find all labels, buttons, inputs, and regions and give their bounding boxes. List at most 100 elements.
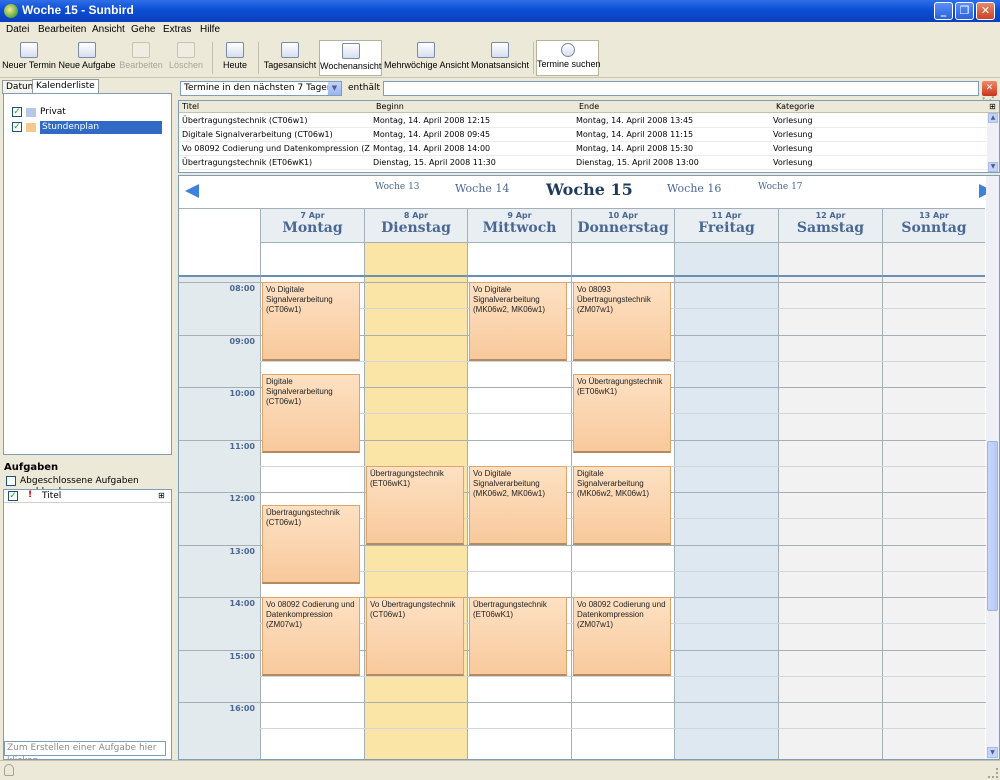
calendar-checkbox[interactable]: ✓ xyxy=(12,122,22,132)
new-task-field[interactable]: Zum Erstellen einer Aufgabe hier klicken xyxy=(4,741,166,766)
calendar-checkbox[interactable]: ✓ xyxy=(12,107,22,117)
day-header[interactable]: 13 Apr Sonntag xyxy=(882,208,985,242)
today-button[interactable]: Heute xyxy=(218,40,252,76)
week-view: Woche 13 Woche 14 Woche 15 Woche 16 Woch… xyxy=(178,175,1000,760)
day-header[interactable]: 12 Apr Samstag xyxy=(778,208,882,242)
day-header[interactable]: 11 Apr Freitag xyxy=(674,208,778,242)
calendar-event[interactable]: Übertragungstechnik (ET06wK1) xyxy=(366,466,464,545)
tab-kalenderliste[interactable]: Kalenderliste xyxy=(32,79,99,94)
calendar-event[interactable]: Vo Digitale Signalverarbeitung (MK06w2, … xyxy=(469,466,567,545)
event-list-row[interactable]: Übertragungstechnik (CT06w1) Montag, 14. … xyxy=(179,114,987,128)
calendar-event[interactable]: Vo Digitale Signalverarbeitung (MK06w2, … xyxy=(469,282,567,361)
event-list-scrollbar[interactable]: ▲ ▼ xyxy=(987,113,999,172)
menu-datei[interactable]: Datei xyxy=(6,24,29,35)
event-list-row[interactable]: Digitale Signalverarbeitung (CT06w1) Mont… xyxy=(179,128,987,142)
week-13-link[interactable]: Woche 13 xyxy=(375,182,420,192)
day-header[interactable]: 7 Apr Montag xyxy=(260,208,364,242)
day-name: Freitag xyxy=(698,220,755,236)
column-title[interactable]: Titel xyxy=(182,102,199,111)
main-area: Termine in den nächsten 7 Tagen ▼ enthäl… xyxy=(178,78,1000,760)
task-done-column-icon[interactable]: ✓ xyxy=(8,491,18,501)
previous-week-arrow-icon[interactable] xyxy=(185,184,199,198)
scroll-down-icon[interactable]: ▼ xyxy=(988,162,998,172)
month-view-button[interactable]: Monatsansicht xyxy=(470,40,530,76)
calendar-event[interactable]: Vo 08092 Codierung und Datenkompression … xyxy=(262,597,360,676)
day-name: Dienstag xyxy=(381,220,451,236)
column-category[interactable]: Kategorie xyxy=(776,102,814,111)
chevron-down-icon[interactable]: ▼ xyxy=(328,82,341,95)
event-list-row[interactable]: Übertragungstechnik (ET06wK1) Dienstag, 1… xyxy=(179,156,987,170)
new-event-button[interactable]: Neuer Termin xyxy=(2,40,56,76)
menu-ansicht[interactable]: Ansicht xyxy=(92,24,125,35)
calendar-event[interactable]: Vo Digitale Signalverarbeitung (CT06w1) xyxy=(262,282,360,361)
all-day-cell[interactable] xyxy=(674,242,778,277)
week-16-link[interactable]: Woche 16 xyxy=(667,182,721,195)
calendar-event[interactable]: Vo 08093 Übertragungstechnik (ZM07w1) xyxy=(573,282,671,361)
week-view-icon xyxy=(341,43,360,59)
scroll-thumb[interactable] xyxy=(987,441,998,611)
day-date: 10 Apr xyxy=(608,211,638,220)
scroll-down-icon[interactable]: ▼ xyxy=(987,747,998,758)
event-list-row[interactable]: Vo 08092 Codierung und Datenkompression … xyxy=(179,142,987,156)
column-end[interactable]: Ende xyxy=(579,102,599,111)
menu-gehe[interactable]: Gehe xyxy=(131,24,155,35)
calendar-item-stundenplan[interactable]: ✓ Stundenplan xyxy=(12,121,162,134)
priority-column-icon[interactable]: ! xyxy=(28,490,32,500)
calendar-item-privat[interactable]: ✓ Privat xyxy=(12,106,162,119)
day-date: 8 Apr xyxy=(403,211,429,220)
edit-button[interactable]: Bearbeiten xyxy=(118,40,164,76)
menu-hilfe[interactable]: Hilfe xyxy=(200,24,220,35)
clear-filter-button[interactable]: ✕ xyxy=(982,81,997,96)
day-view-icon xyxy=(281,42,299,58)
all-day-cell[interactable] xyxy=(571,242,674,277)
day-view-button[interactable]: Tagesansicht xyxy=(262,40,318,76)
delete-button[interactable]: Löschen xyxy=(166,40,206,76)
calendar-event[interactable]: Vo Übertragungstechnik (CT06w1) xyxy=(366,597,464,676)
column-picker-icon[interactable]: ⊞ xyxy=(989,102,996,111)
all-day-cell[interactable] xyxy=(364,242,467,277)
calendar-event[interactable]: Vo Übertragungstechnik (ET06wK1) xyxy=(573,374,671,453)
menu-extras[interactable]: Extras xyxy=(163,24,191,35)
week-scrollbar[interactable]: ▼ xyxy=(986,176,999,759)
all-day-cell[interactable] xyxy=(778,242,882,277)
event-title: Übertragungstechnik (CT06w1) xyxy=(266,508,340,527)
toolbar-separator xyxy=(258,42,259,74)
multiweek-view-button[interactable]: Mehrwöchige Ansicht xyxy=(384,40,469,76)
calendar-event[interactable]: Vo 08092 Codierung und Datenkompression … xyxy=(573,597,671,676)
calendar-event[interactable]: Digitale Signalverarbeitung (MK06w2, MK0… xyxy=(573,466,671,545)
week-14-link[interactable]: Woche 14 xyxy=(455,182,509,195)
event-start-cell: Montag, 14. April 2008 14:00 xyxy=(373,144,491,153)
calendar-event[interactable]: Übertragungstechnik (CT06w1) xyxy=(262,505,360,584)
event-range-select[interactable]: Termine in den nächsten 7 Tagen ▼ xyxy=(180,81,342,96)
calendar-event[interactable]: Digitale Signalverarbeitung (CT06w1) xyxy=(262,374,360,453)
column-picker-icon[interactable]: ⊞ xyxy=(158,491,165,500)
pane-splitter[interactable] xyxy=(0,456,176,460)
title-bar[interactable]: Woche 15 - Sunbird _ ❐ ✕ xyxy=(0,0,1000,22)
calendar-event[interactable]: Übertragungstechnik (ET06wK1) xyxy=(469,597,567,676)
minimize-button[interactable]: _ xyxy=(934,2,953,20)
scroll-up-icon[interactable]: ▲ xyxy=(988,113,998,123)
all-day-cell[interactable] xyxy=(260,242,364,277)
search-input[interactable] xyxy=(383,81,979,96)
hour-label: 14:00 xyxy=(229,599,255,608)
maximize-button[interactable]: ❐ xyxy=(955,2,974,20)
day-header[interactable]: 10 Apr Donnerstag xyxy=(571,208,674,242)
find-events-button[interactable]: Termine suchen xyxy=(536,40,601,76)
day-header[interactable]: 8 Apr Dienstag xyxy=(364,208,467,242)
week-17-link[interactable]: Woche 17 xyxy=(758,182,803,192)
all-day-cell[interactable] xyxy=(467,242,571,277)
new-task-button[interactable]: Neue Aufgabe xyxy=(58,40,116,76)
hide-completed-checkbox[interactable] xyxy=(6,476,16,486)
week-view-button[interactable]: Wochenansicht xyxy=(319,40,382,76)
event-title: Vo 08092 Codierung und Datenkompression … xyxy=(577,600,666,629)
close-button[interactable]: ✕ xyxy=(976,2,995,20)
day-header[interactable]: 9 Apr Mittwoch xyxy=(467,208,571,242)
delete-icon xyxy=(177,42,195,58)
hide-completed-toggle[interactable]: Abgeschlossene Aufgaben ausblenden xyxy=(6,476,176,497)
column-start[interactable]: Beginn xyxy=(376,102,404,111)
all-day-cell[interactable] xyxy=(882,242,985,277)
resize-grip-icon[interactable] xyxy=(988,768,998,778)
task-title-column[interactable]: Titel xyxy=(42,491,61,501)
menu-bearbeiten[interactable]: Bearbeiten xyxy=(38,24,86,35)
day-name: Montag xyxy=(282,220,343,236)
